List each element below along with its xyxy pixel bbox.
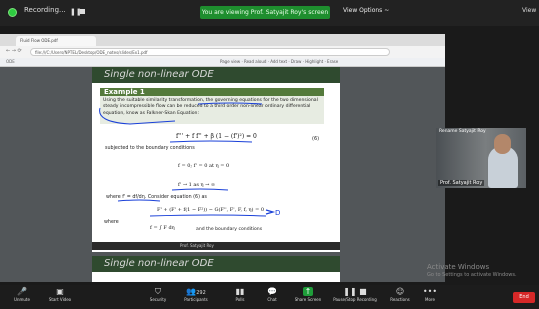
boundary-condition-2: f' → 1 as η → ∞ (178, 182, 216, 188)
video-off-icon: ▣ (56, 287, 64, 296)
video-name-label: Prof. Satyajit Roy (438, 180, 485, 186)
boundary-condition-1: f = 0; f' = 0 at η = 0 (178, 163, 230, 169)
more-icon: ••• (422, 287, 438, 296)
slide-footer (92, 242, 340, 250)
chat-icon: 💬 (267, 287, 277, 296)
unmute-button[interactable]: 🎤 Unmute (2, 287, 42, 302)
where-text: where f' = df/dη. Consider equation (6) … (106, 195, 207, 200)
view-button[interactable]: View (522, 7, 536, 14)
video-name-top: Rename Satyajit Roy (439, 129, 486, 134)
slide2-title: Single non-linear ODE (104, 258, 214, 269)
pause-recording-button[interactable]: ❚❚ ■ Pause/Stop Recording (332, 287, 378, 302)
pdf-tools[interactable]: Page view · Read aloud · Add text · Draw… (220, 59, 338, 64)
equation-integral: f = ∫ F dη (150, 225, 175, 231)
share-screen-button[interactable]: ↑ Share Screen (288, 287, 328, 302)
equation-system: F' + (F' + f(1 − F²)) − G(F'', F', F, f,… (157, 207, 265, 213)
equation-number: (6) (312, 136, 320, 142)
share-screen-icon: ↑ (302, 287, 314, 296)
microphone-muted-icon: 🎤 (17, 287, 27, 296)
boundary-text: subjected to the boundary conditions (105, 146, 195, 151)
slide-footer-label: Prof. Satyajit Roy (180, 243, 214, 248)
shield-icon[interactable] (8, 8, 17, 17)
where-label: where (104, 220, 119, 225)
participants-button[interactable]: 👥292 Participants (176, 287, 216, 302)
end-meeting-button[interactable]: End (513, 292, 535, 303)
activate-windows-sub: Go to Settings to activate Windows. (427, 272, 517, 278)
browser-nav-icons[interactable]: ← → ⟳ (6, 48, 22, 54)
view-options-button[interactable]: View Options ~ (343, 7, 389, 14)
activate-windows-title: Activate Windows (427, 263, 490, 271)
recording-label: Recording... (24, 6, 66, 14)
chat-button[interactable]: 💬 Chat (252, 287, 292, 302)
security-shield-icon: ⛉ (155, 287, 161, 296)
slide-title: Single non-linear ODE (104, 69, 214, 80)
pdf-toolbar-label: ODE (6, 59, 15, 64)
stop-recording-icon[interactable] (80, 9, 85, 14)
address-bar[interactable]: file:///C:/Users/NPTEL/Desktop/ODE_notes… (30, 48, 390, 56)
equation-integral-tail: and the boundary conditions (196, 227, 263, 232)
start-video-button[interactable]: ▣ Start Video (40, 287, 80, 302)
participants-icon: 👥292 (186, 287, 206, 296)
more-button[interactable]: ••• More (410, 287, 450, 302)
pause-stop-icon: ❚❚ ■ (343, 287, 367, 296)
example-text: Using the suitable similarity transforma… (103, 98, 318, 116)
equation-falkner-skan: f''' + f f'' + β (1 − (f')²) = 0 (176, 133, 257, 140)
example-title: Example 1 (104, 88, 145, 96)
browser-tab[interactable]: Fluid Flow ODE.pdf (16, 36, 96, 46)
security-button[interactable]: ⛉ Security (138, 287, 178, 302)
speaker-face (494, 134, 511, 154)
viewing-banner: You are viewing Prof. Satyajit Roy's scr… (200, 6, 330, 19)
